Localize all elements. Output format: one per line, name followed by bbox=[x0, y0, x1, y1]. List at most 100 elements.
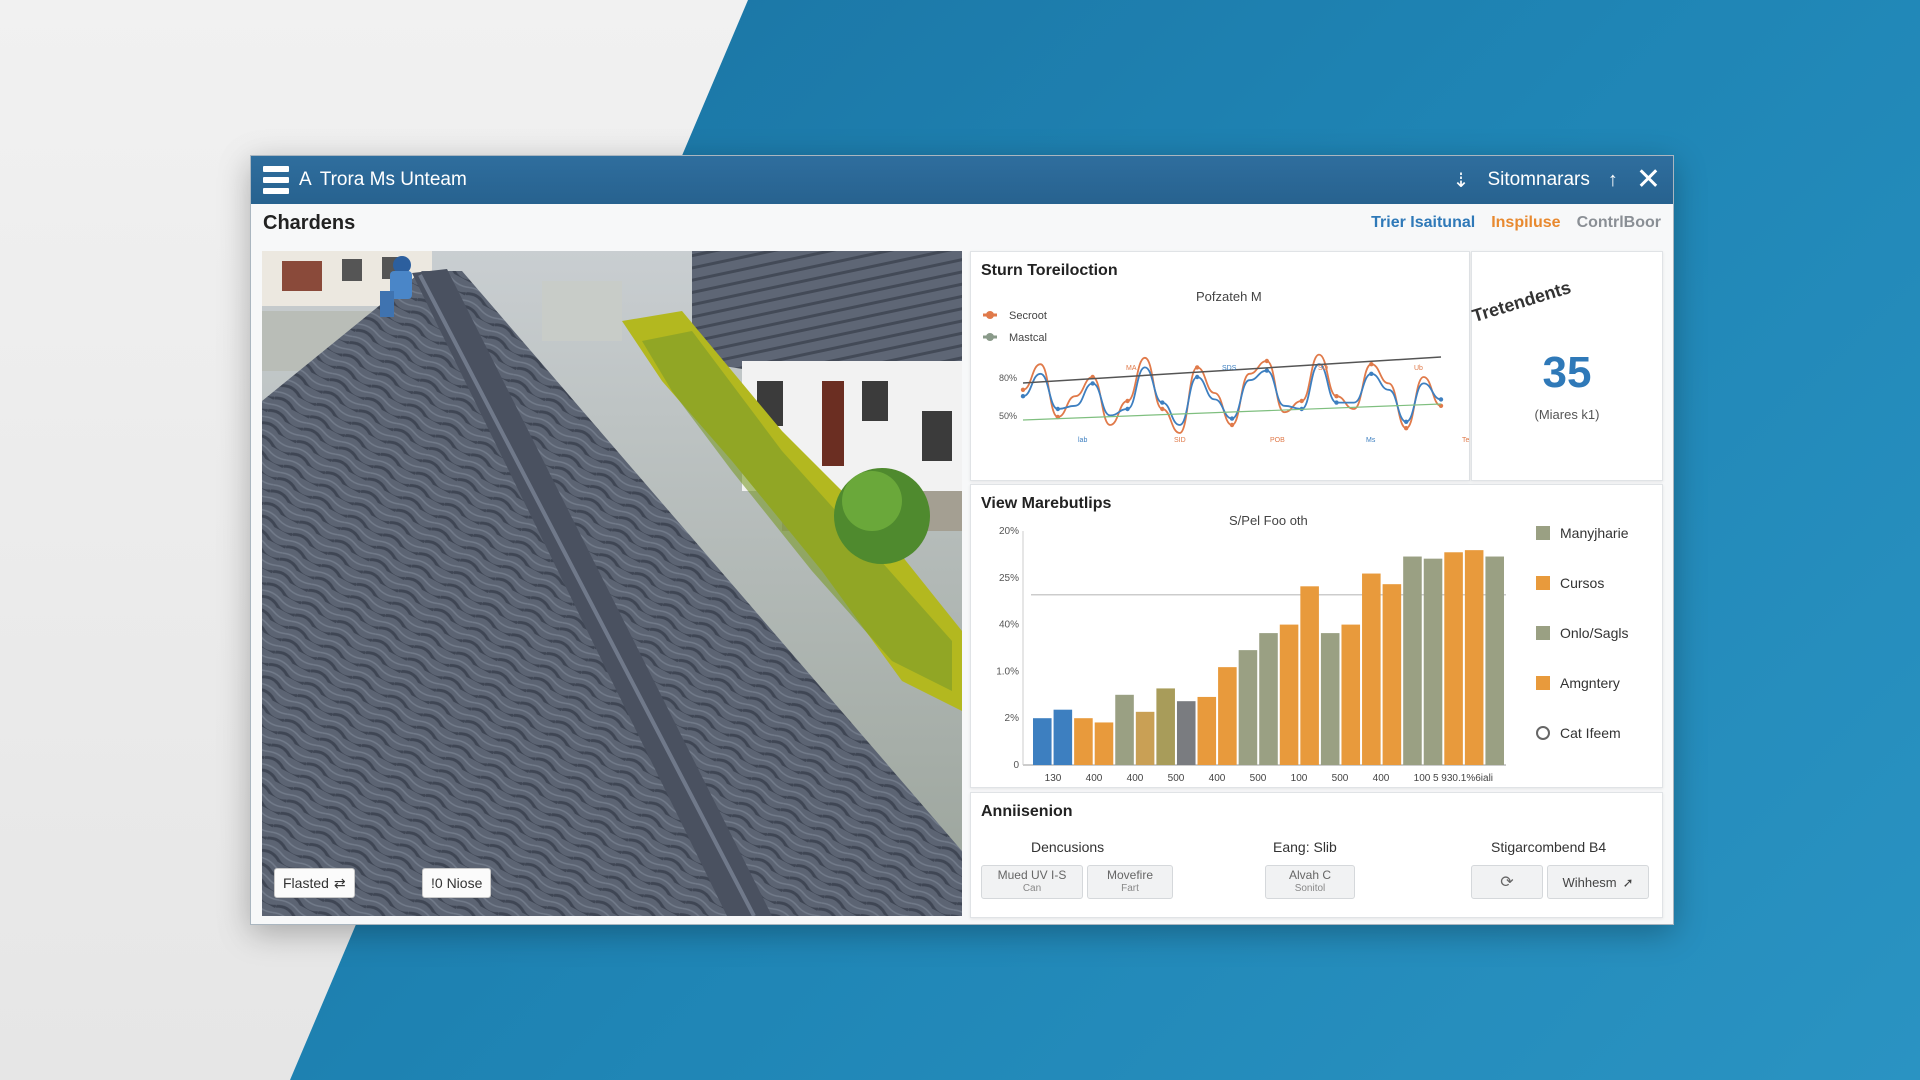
bar-xtick-label: 5 930.1%6iali bbox=[1433, 773, 1493, 784]
bar-legend-item: Manyjharie bbox=[1536, 525, 1628, 541]
line-point-label: Ms bbox=[1366, 437, 1376, 444]
line-legend-label: Secroot bbox=[1009, 310, 1047, 322]
bar bbox=[1259, 633, 1278, 765]
cursor-icon: ➚ bbox=[1622, 874, 1634, 890]
bar bbox=[1320, 633, 1340, 765]
bar bbox=[1382, 584, 1402, 765]
kpi-panel: Tretendents 35 (Miares k1) bbox=[1469, 251, 1663, 481]
close-icon[interactable]: ✕ bbox=[1636, 165, 1661, 195]
roof-photo-illustration bbox=[262, 251, 962, 916]
bar bbox=[1135, 711, 1155, 765]
bar bbox=[1176, 701, 1196, 765]
photo-filter-button[interactable]: Flasted ⇄ bbox=[274, 868, 355, 898]
annotation-panel: Anniisenion Dencusions Eang: Slib Stigar… bbox=[970, 792, 1663, 918]
bar-legend-label: Amgntery bbox=[1560, 675, 1620, 691]
bar-legend-item: Cursos bbox=[1536, 575, 1604, 591]
line-data-point bbox=[1264, 368, 1270, 373]
line-data-point bbox=[1229, 422, 1235, 428]
header-link-1[interactable]: Trier Isaitunal bbox=[1371, 214, 1475, 232]
kpi-title: Tretendents bbox=[1469, 277, 1574, 327]
line-data-point bbox=[1264, 358, 1270, 364]
bar-legend-label: Manyjharie bbox=[1560, 525, 1629, 541]
bar-legend-swatch bbox=[1536, 676, 1550, 690]
bar bbox=[1197, 696, 1217, 765]
refresh-button[interactable]: ⟳ bbox=[1471, 865, 1543, 899]
roof-photo: Flasted ⇄ !0 Niose bbox=[262, 251, 962, 916]
line-data-point bbox=[1299, 398, 1304, 404]
bar-xtick-label: 500 bbox=[1332, 773, 1349, 784]
line-data-point bbox=[1125, 406, 1130, 412]
line-point-label: lab bbox=[1078, 437, 1087, 444]
bar bbox=[1341, 624, 1361, 765]
bar bbox=[1403, 556, 1422, 765]
annotation-button-2[interactable]: Movefire Fart bbox=[1087, 865, 1173, 899]
bar bbox=[1218, 667, 1237, 765]
line-data-point bbox=[1438, 397, 1444, 402]
bar-legend-swatch bbox=[1536, 576, 1550, 590]
bar-xtick-label: 400 bbox=[1086, 773, 1103, 784]
annotation-title: Anniisenion bbox=[981, 803, 1073, 820]
bar-legend-item: Onlo/Sagls bbox=[1536, 625, 1628, 641]
kpi-value: 35 bbox=[1542, 348, 1592, 397]
line-data-point bbox=[1334, 400, 1339, 405]
bar bbox=[1444, 552, 1463, 765]
bar-xtick-label: 130 bbox=[1045, 773, 1062, 784]
bar-legend-label: Cat Ifeem bbox=[1560, 725, 1621, 741]
bar-legend-item: Amgntery bbox=[1536, 675, 1620, 691]
window-right-label[interactable]: Sitomnarars bbox=[1487, 169, 1589, 191]
bar bbox=[1094, 722, 1114, 765]
bar-ytick-label: 40% bbox=[999, 620, 1019, 631]
bar-ytick-label: 2% bbox=[1005, 713, 1020, 724]
line-data-point bbox=[1229, 416, 1235, 421]
bar-ytick-label: 25% bbox=[999, 573, 1019, 584]
annotation-last-button[interactable]: Wihhesm ➚ bbox=[1547, 865, 1649, 899]
bar bbox=[1033, 718, 1052, 765]
bar bbox=[1423, 558, 1443, 765]
photo-noise-button[interactable]: !0 Niose bbox=[422, 868, 492, 898]
bar bbox=[1279, 624, 1299, 765]
annotation-button-1[interactable]: Mued UV I-S Can bbox=[981, 865, 1083, 899]
bar bbox=[1300, 586, 1319, 765]
line-legend-marker bbox=[986, 333, 994, 341]
arrow-up-icon[interactable]: ↑ bbox=[1608, 169, 1618, 192]
annotation-button-2-sub: Fart bbox=[1121, 883, 1139, 894]
line-chart: Pofzateh M Secroot Mastcal 80% 50% lab MA SID SD… bbox=[983, 289, 1469, 444]
line-point-label: SDS bbox=[1222, 365, 1237, 372]
bar bbox=[1115, 694, 1134, 765]
annotation-button-3[interactable]: Alvah C Sonitol bbox=[1265, 865, 1355, 899]
line-chart-title: Pofzateh M bbox=[1196, 289, 1262, 304]
annotation-button-3-label: Alvah C bbox=[1288, 868, 1332, 882]
page-title: Chardens bbox=[263, 211, 356, 234]
app-window: A Trora Ms Unteam ⇣ Sitomnarars ↑ ✕ Char… bbox=[250, 155, 1674, 925]
refresh-icon: ⟳ bbox=[1500, 873, 1514, 891]
bar-legend-swatch bbox=[1536, 626, 1550, 640]
line-data-point bbox=[1160, 406, 1165, 412]
bar-ytick-label: 1.0% bbox=[996, 666, 1019, 677]
header-link-3[interactable]: ContrlBoor bbox=[1577, 214, 1661, 232]
menu-icon[interactable] bbox=[263, 166, 289, 194]
line-legend-marker bbox=[986, 311, 994, 319]
annotation-button-3-sub: Sonitol bbox=[1294, 883, 1326, 894]
bar-legend-item: Cat Ifeem bbox=[1536, 725, 1621, 741]
header-link-2[interactable]: Inspiluse bbox=[1491, 214, 1560, 232]
download-icon[interactable]: ⇣ bbox=[1453, 168, 1470, 193]
bar bbox=[1156, 688, 1175, 765]
kpi-unit: (Miares k1) bbox=[1534, 407, 1600, 422]
window-title: Trora Ms Unteam bbox=[319, 169, 467, 190]
annotation-button-1-sub: Can bbox=[1022, 883, 1042, 894]
bar-ytick-label: 0 bbox=[1013, 760, 1019, 771]
bar bbox=[1464, 550, 1484, 765]
bar bbox=[1053, 709, 1073, 765]
annotation-last-button-label: Wihhesm bbox=[1562, 874, 1617, 890]
line-point-label: SID bbox=[1174, 437, 1186, 444]
annotation-button-1-label: Mued UV I-S bbox=[997, 868, 1067, 882]
bar-chart: S/Pel Foo oth 20% 25% 40% 1.0% 2% 0 130 400 400 50… bbox=[996, 513, 1506, 784]
bar-xtick-label: 100 bbox=[1414, 773, 1431, 784]
line-ytick-label: 80% bbox=[999, 373, 1017, 383]
line-point-label: MA bbox=[1126, 365, 1137, 372]
annotation-button-2-label: Movefire bbox=[1106, 868, 1153, 882]
line-point-label: POB bbox=[1270, 437, 1285, 444]
line-data-point bbox=[1369, 371, 1374, 376]
line-ytick-label: 50% bbox=[999, 411, 1017, 421]
line-data-point bbox=[1403, 419, 1409, 424]
